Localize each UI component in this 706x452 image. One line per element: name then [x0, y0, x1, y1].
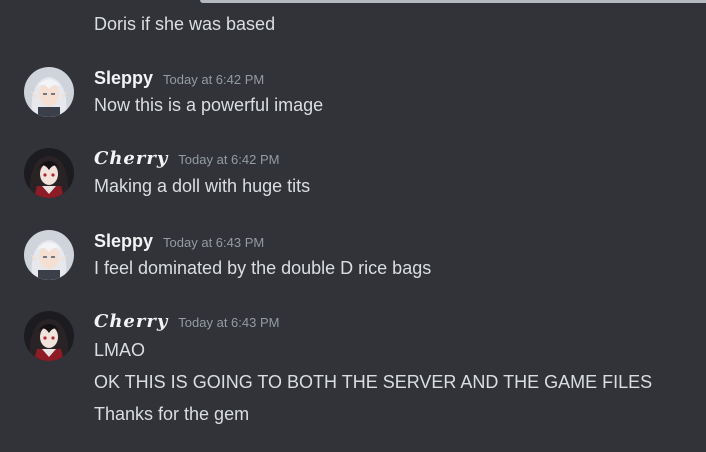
timestamp[interactable]: Today at 6:43 PM	[178, 315, 279, 330]
username[interactable]: Cherry	[94, 147, 168, 171]
message-text: LMAO	[94, 340, 146, 360]
message-header: Sleppy Today at 6:43 PM	[94, 229, 264, 253]
message-text: OK THIS IS GOING TO BOTH THE SERVER AND …	[94, 372, 653, 392]
dark-hair-avatar-icon[interactable]	[24, 148, 74, 198]
timestamp[interactable]: Today at 6:43 PM	[163, 235, 264, 250]
message-text: Now this is a powerful image	[94, 95, 324, 115]
message-header: Cherry Today at 6:42 PM	[94, 147, 279, 171]
timestamp[interactable]: Today at 6:42 PM	[163, 72, 264, 87]
message-header: Sleppy Today at 6:42 PM	[94, 66, 264, 90]
message-text: Thanks for the gem	[94, 404, 250, 424]
message-text: I feel dominated by the double D rice ba…	[94, 258, 432, 278]
dark-hair-avatar-icon[interactable]	[24, 311, 74, 361]
username[interactable]: Cherry	[94, 310, 168, 334]
timestamp[interactable]: Today at 6:42 PM	[178, 152, 279, 167]
message-text: Making a doll with huge tits	[94, 176, 311, 196]
silver-hair-avatar-icon[interactable]	[24, 230, 74, 280]
username[interactable]: Sleppy	[94, 229, 153, 253]
message-text: Doris if she was based	[94, 14, 276, 34]
message-header: Cherry Today at 6:43 PM	[94, 310, 279, 334]
message-list: Doris if she was based Sleppy Today at 6…	[0, 0, 706, 452]
silver-hair-avatar-icon[interactable]	[24, 67, 74, 117]
username[interactable]: Sleppy	[94, 66, 153, 90]
